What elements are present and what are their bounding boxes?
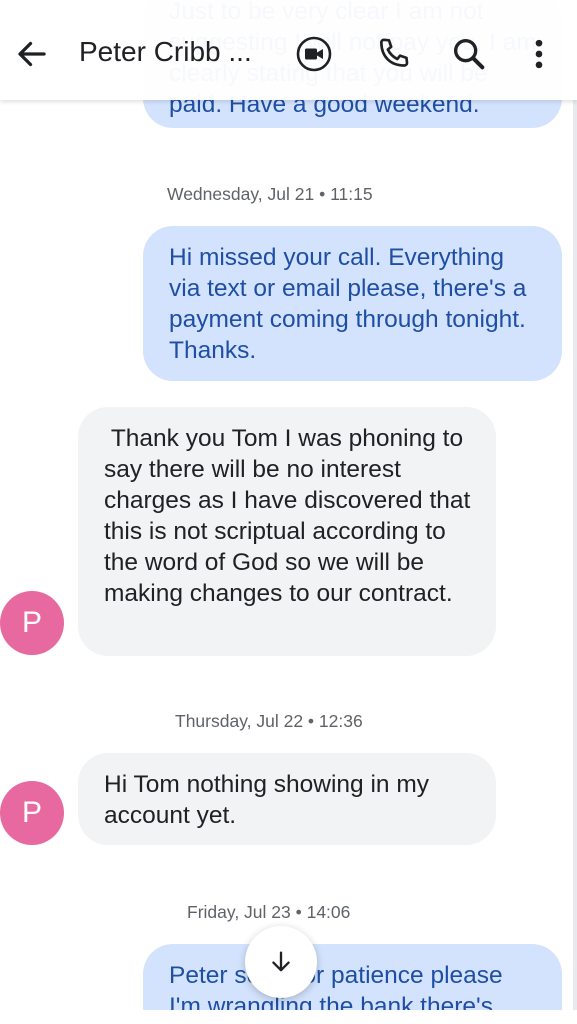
bottom-edge xyxy=(0,1010,577,1024)
scroll-to-bottom-button[interactable] xyxy=(245,926,317,998)
back-arrow-icon[interactable] xyxy=(14,36,50,72)
contact-name[interactable]: Peter Cribb ... xyxy=(79,36,279,68)
message-text: Hi Tom nothing showing in my account yet… xyxy=(104,771,430,829)
timestamp-divider: Friday, Jul 23 • 14:06 xyxy=(187,902,351,922)
message-text: Thank you Tom I was phoning to say there… xyxy=(104,425,478,607)
message-bubble-incoming[interactable]: Hi Tom nothing showing in my account yet… xyxy=(78,753,496,845)
top-app-bar: Peter Cribb ... xyxy=(0,0,577,100)
message-bubble-outgoing[interactable]: Hi missed your call. Everything via text… xyxy=(143,226,562,381)
scrollbar[interactable] xyxy=(573,0,577,1024)
phone-icon[interactable] xyxy=(373,34,413,74)
timestamp-divider: Thursday, Jul 22 • 12:36 xyxy=(175,711,363,731)
message-bubble-incoming[interactable]: Thank you Tom I was phoning to say there… xyxy=(78,407,496,656)
message-text: Hi missed your call. Everything via text… xyxy=(169,244,527,364)
more-vert-icon[interactable] xyxy=(519,34,559,74)
video-call-icon[interactable] xyxy=(294,34,334,74)
arrow-down-icon xyxy=(272,951,290,972)
avatar[interactable]: P xyxy=(0,781,64,845)
timestamp-divider: Wednesday, Jul 21 • 11:15 xyxy=(167,184,373,204)
search-icon[interactable] xyxy=(449,34,489,74)
conversation-screen: Just to be very clear I am not suggestin… xyxy=(0,0,577,1024)
avatar[interactable]: P xyxy=(0,591,64,655)
avatar-initial: P xyxy=(21,796,42,829)
avatar-initial: P xyxy=(21,606,42,639)
